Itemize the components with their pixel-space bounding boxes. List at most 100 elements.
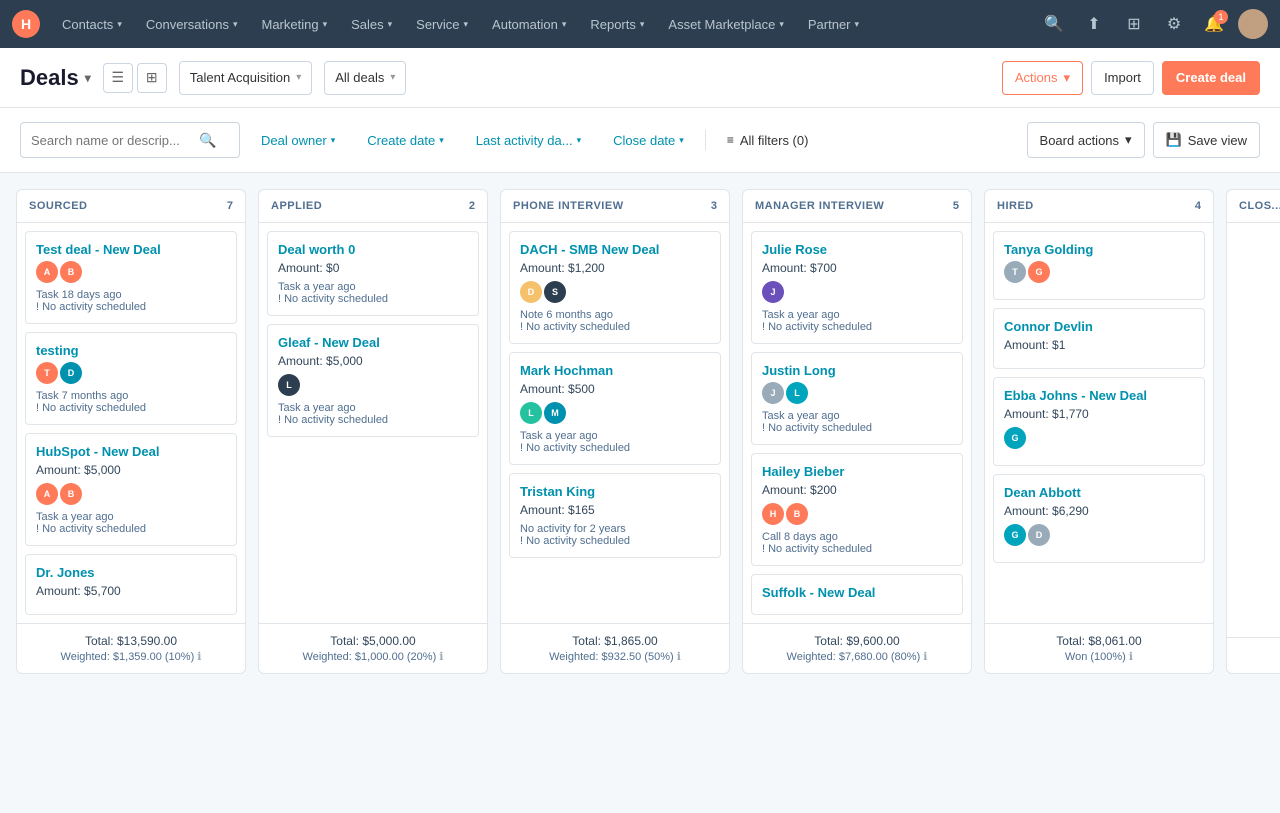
col-count-phone-interview: 3 bbox=[711, 200, 717, 212]
col-cards-manager-interview: Julie Rose Amount: $700 J Task a year ag… bbox=[743, 223, 971, 623]
nav-reports[interactable]: Reports ▾ bbox=[580, 0, 654, 48]
nav-sales[interactable]: Sales ▾ bbox=[341, 0, 402, 48]
save-view-button[interactable]: 💾 Save view bbox=[1153, 122, 1260, 158]
board-view-button[interactable]: ⊞ bbox=[137, 63, 167, 93]
column-applied: APPLIED 2 Deal worth 0 Amount: $0 Task a… bbox=[258, 189, 488, 674]
deal-card[interactable]: Julie Rose Amount: $700 J Task a year ag… bbox=[751, 231, 963, 344]
deal-card[interactable]: Gleaf - New Deal Amount: $5,000 L Task a… bbox=[267, 324, 479, 437]
user-avatar[interactable] bbox=[1238, 9, 1268, 39]
col-total-phone-interview: Total: $1,865.00 bbox=[513, 634, 717, 648]
nav-asset-marketplace[interactable]: Asset Marketplace ▾ bbox=[658, 0, 793, 48]
info-icon[interactable]: ℹ bbox=[197, 651, 201, 663]
card-meta-warning: ! No activity scheduled bbox=[520, 535, 710, 547]
nav-service[interactable]: Service ▾ bbox=[406, 0, 478, 48]
deal-card[interactable]: Ebba Johns - New Deal Amount: $1,770 G bbox=[993, 377, 1205, 466]
board-container: SOURCED 7 Test deal - New Deal AB Task 1… bbox=[0, 173, 1280, 690]
create-date-chevron-icon: ▾ bbox=[439, 135, 444, 146]
card-avatars: JL bbox=[762, 382, 952, 404]
col-cards-hired: Tanya Golding TG Connor Devlin Amount: $… bbox=[985, 223, 1213, 623]
card-avatar: B bbox=[60, 261, 82, 283]
nav-marketing[interactable]: Marketing ▾ bbox=[251, 0, 337, 48]
hubspot-logo[interactable]: H bbox=[12, 10, 40, 38]
col-weighted-applied: Weighted: $1,000.00 (20%) ℹ bbox=[271, 650, 475, 663]
card-avatar: S bbox=[544, 281, 566, 303]
board-actions-chevron-icon: ▾ bbox=[1125, 132, 1132, 148]
deal-card[interactable]: Hailey Bieber Amount: $200 HB Call 8 day… bbox=[751, 453, 963, 566]
create-date-filter[interactable]: Create date ▾ bbox=[356, 122, 454, 158]
import-button[interactable]: Import bbox=[1091, 61, 1154, 95]
info-icon[interactable]: ℹ bbox=[923, 651, 927, 663]
card-amount: Amount: $6,290 bbox=[1004, 504, 1194, 518]
card-avatar: G bbox=[1004, 427, 1026, 449]
actions-button[interactable]: Actions ▾ bbox=[1002, 61, 1083, 95]
deal-card[interactable]: Suffolk - New Deal bbox=[751, 574, 963, 615]
deal-card[interactable]: Deal worth 0 Amount: $0 Task a year ago … bbox=[267, 231, 479, 316]
card-meta-date: Task a year ago bbox=[762, 309, 952, 321]
nav-automation[interactable]: Automation ▾ bbox=[482, 0, 576, 48]
deal-card[interactable]: Dr. Jones Amount: $5,700 bbox=[25, 554, 237, 615]
card-avatars: TD bbox=[36, 362, 226, 384]
board-actions-button[interactable]: Board actions ▾ bbox=[1027, 122, 1145, 158]
filter-bar: 🔍 Deal owner ▾ Create date ▾ Last activi… bbox=[0, 108, 1280, 173]
apps-icon-button[interactable]: ⊞ bbox=[1118, 8, 1150, 40]
info-icon[interactable]: ℹ bbox=[439, 651, 443, 663]
filter-dropdown[interactable]: All deals ▾ bbox=[324, 61, 406, 95]
card-meta-warning: ! No activity scheduled bbox=[36, 523, 226, 535]
deal-card[interactable]: Test deal - New Deal AB Task 18 days ago… bbox=[25, 231, 237, 324]
col-weighted-hired: Won (100%) ℹ bbox=[997, 650, 1201, 663]
info-icon[interactable]: ℹ bbox=[677, 651, 681, 663]
nav-partner[interactable]: Partner ▾ bbox=[798, 0, 869, 48]
card-avatars: L bbox=[278, 374, 468, 396]
upgrade-icon-button[interactable]: ⬆ bbox=[1078, 8, 1110, 40]
deal-card[interactable]: DACH - SMB New Deal Amount: $1,200 DS No… bbox=[509, 231, 721, 344]
card-title: Connor Devlin bbox=[1004, 319, 1194, 334]
card-meta-date: No activity for 2 years bbox=[520, 523, 710, 535]
conversations-chevron-icon: ▾ bbox=[233, 19, 238, 30]
search-icon-button[interactable]: 🔍 bbox=[1038, 8, 1070, 40]
col-weighted-closed: ℹ bbox=[1239, 650, 1280, 663]
settings-icon-button[interactable]: ⚙ bbox=[1158, 8, 1190, 40]
deal-card[interactable]: Connor Devlin Amount: $1 bbox=[993, 308, 1205, 369]
card-avatar: J bbox=[762, 382, 784, 404]
list-view-button[interactable]: ☰ bbox=[103, 63, 133, 93]
top-nav: H Contacts ▾ Conversations ▾ Marketing ▾… bbox=[0, 0, 1280, 48]
create-deal-button[interactable]: Create deal bbox=[1162, 61, 1260, 95]
deal-card[interactable]: Dean Abbott Amount: $6,290 GD bbox=[993, 474, 1205, 563]
last-activity-filter[interactable]: Last activity da... ▾ bbox=[465, 122, 592, 158]
col-header-closed: CLOS... 0 bbox=[1227, 190, 1280, 223]
col-title-closed: CLOS... bbox=[1239, 200, 1280, 212]
notifications-icon-button[interactable]: 🔔 1 bbox=[1198, 8, 1230, 40]
card-title: Tristan King bbox=[520, 484, 710, 499]
card-amount: Amount: $200 bbox=[762, 483, 952, 497]
card-amount: Amount: $5,000 bbox=[36, 463, 226, 477]
info-icon[interactable]: ℹ bbox=[1129, 651, 1133, 663]
deal-card[interactable]: Mark Hochman Amount: $500 LM Task a year… bbox=[509, 352, 721, 465]
card-meta-warning: ! No activity scheduled bbox=[520, 442, 710, 454]
deal-card[interactable]: Tanya Golding TG bbox=[993, 231, 1205, 300]
card-avatars: AB bbox=[36, 261, 226, 283]
deal-card[interactable]: Tristan King Amount: $165 No activity fo… bbox=[509, 473, 721, 558]
card-avatar: L bbox=[278, 374, 300, 396]
right-filter-actions: Board actions ▾ 💾 Save view bbox=[1027, 122, 1260, 158]
deal-card[interactable]: Justin Long JL Task a year ago ! No acti… bbox=[751, 352, 963, 445]
pipeline-dropdown[interactable]: Talent Acquisition ▾ bbox=[179, 61, 312, 95]
col-weighted-sourced: Weighted: $1,359.00 (10%) ℹ bbox=[29, 650, 233, 663]
search-input[interactable] bbox=[31, 133, 191, 148]
deal-owner-filter[interactable]: Deal owner ▾ bbox=[250, 122, 346, 158]
close-date-filter[interactable]: Close date ▾ bbox=[602, 122, 695, 158]
card-avatars: HB bbox=[762, 503, 952, 525]
card-meta-date: Note 6 months ago bbox=[520, 309, 710, 321]
card-amount: Amount: $5,000 bbox=[278, 354, 468, 368]
deal-card[interactable]: testing TD Task 7 months ago ! No activi… bbox=[25, 332, 237, 425]
deals-title[interactable]: Deals ▾ bbox=[20, 65, 91, 91]
card-avatar: B bbox=[60, 483, 82, 505]
nav-conversations[interactable]: Conversations ▾ bbox=[136, 0, 248, 48]
nav-contacts[interactable]: Contacts ▾ bbox=[52, 0, 132, 48]
card-meta-warning: ! No activity scheduled bbox=[36, 301, 226, 313]
deal-card[interactable]: HubSpot - New Deal Amount: $5,000 AB Tas… bbox=[25, 433, 237, 546]
col-header-sourced: SOURCED 7 bbox=[17, 190, 245, 223]
col-cards-phone-interview: DACH - SMB New Deal Amount: $1,200 DS No… bbox=[501, 223, 729, 623]
kanban-board: SOURCED 7 Test deal - New Deal AB Task 1… bbox=[16, 189, 1280, 674]
column-manager-interview: MANAGER INTERVIEW 5 Julie Rose Amount: $… bbox=[742, 189, 972, 674]
all-filters-button[interactable]: ≡ All filters (0) bbox=[716, 122, 820, 158]
